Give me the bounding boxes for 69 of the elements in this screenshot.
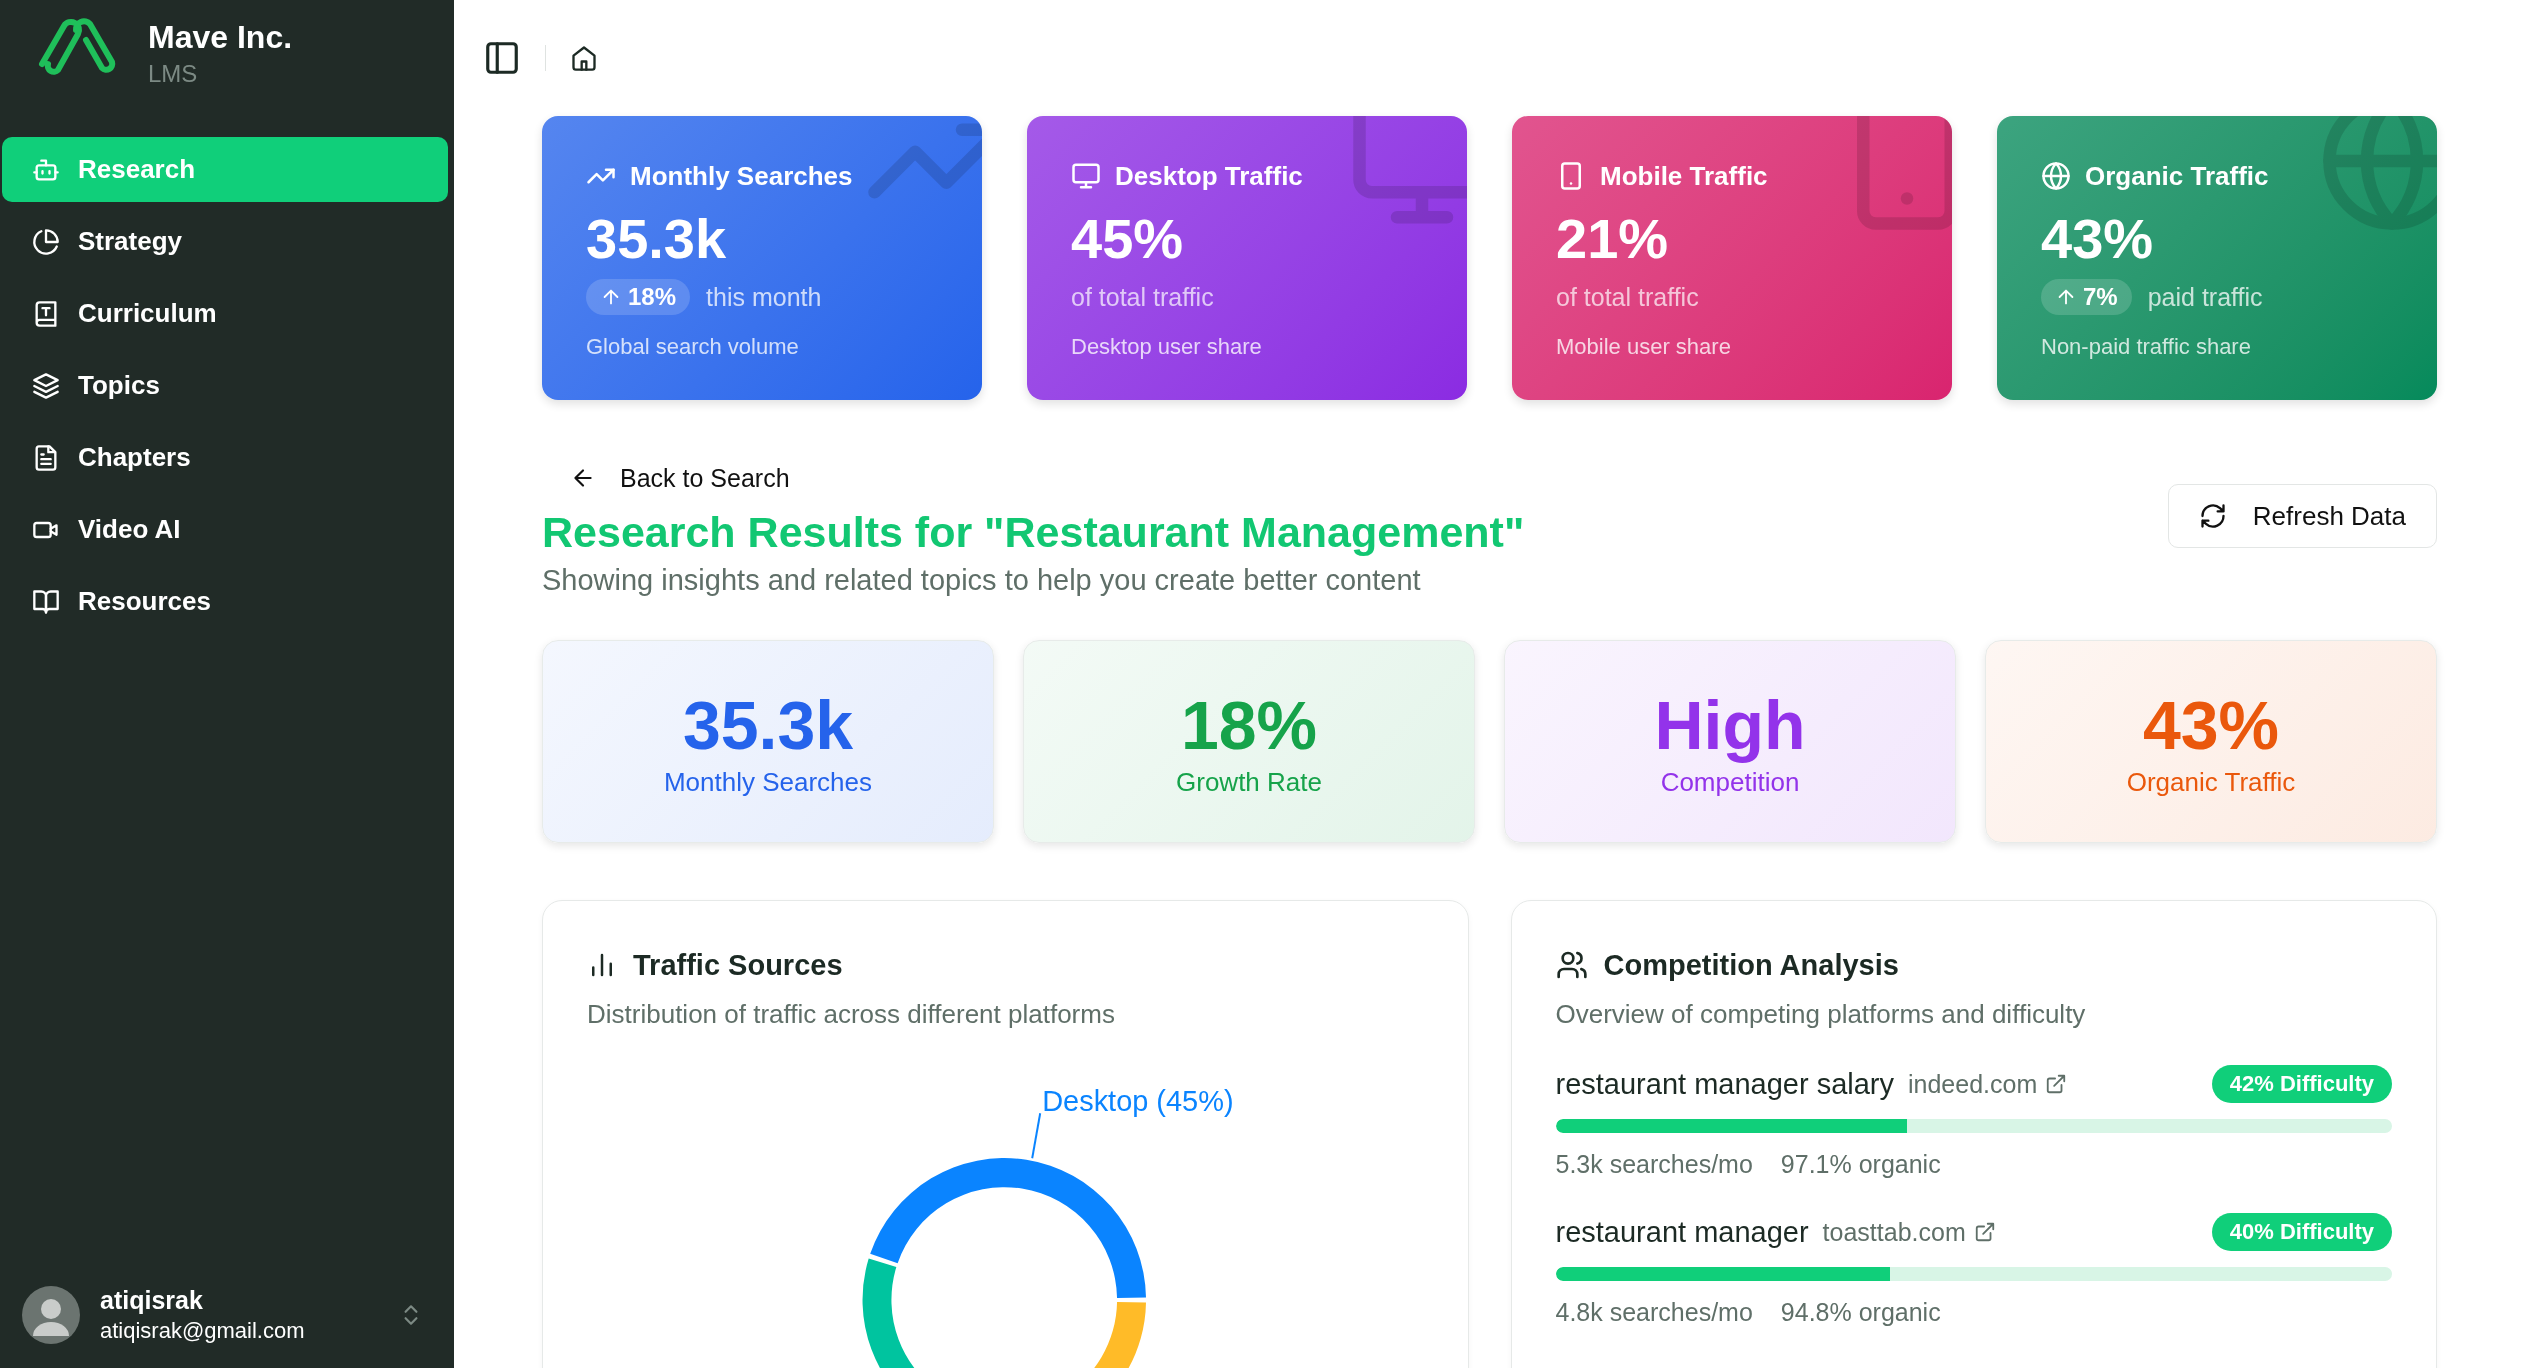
change-note: this month <box>706 282 822 312</box>
sidebar-item[interactable]: Topics <box>2 353 448 418</box>
user-name: atiqisrak <box>100 1285 204 1316</box>
metric-title: Desktop Traffic <box>1115 160 1303 192</box>
home-icon <box>570 44 598 72</box>
domain-link[interactable]: toasttab.com <box>1822 1217 1996 1247</box>
change-badge: 7% <box>2041 279 2132 315</box>
metric-footer: Mobile user share <box>1556 334 1908 360</box>
external-link-icon <box>1973 1221 1996 1243</box>
organic-share: 94.8% organic <box>1780 1297 1941 1328</box>
metric-value: 45% <box>1071 206 1185 272</box>
stat-value: 35.3k <box>682 685 854 765</box>
sidebar-toggle-icon <box>483 39 521 77</box>
avatar[interactable] <box>22 1286 80 1344</box>
user-email: atiqisrak@gmail.com <box>100 1317 306 1345</box>
leader-line <box>1031 1112 1042 1160</box>
change-note: paid traffic <box>2147 282 2263 312</box>
stat-label: Competition <box>1660 765 1800 799</box>
metric-footer: Global search volume <box>586 334 938 360</box>
sidebar-item[interactable]: Video AI <box>2 497 448 562</box>
difficulty-badge: 42% Difficulty <box>2211 1065 2392 1103</box>
difficulty-badge: 40% Difficulty <box>2211 1213 2392 1251</box>
card-description: Distribution of traffic across different platforms <box>587 998 1116 1031</box>
keyword: restaurant manager salary <box>1555 1067 1894 1101</box>
brand-name: Mave Inc. <box>148 18 293 57</box>
metric-title: Monthly Searches <box>630 160 853 192</box>
metric-value: 21% <box>1556 206 1670 272</box>
organic-share: 97.1% organic <box>1780 1149 1941 1180</box>
layers-icon <box>32 371 60 400</box>
page-heading: Research Results for "Restaurant Management" <box>542 507 1525 558</box>
metric-value: 43% <box>2041 206 2155 272</box>
card-description: Overview of competing platforms and difficulty <box>1555 998 2087 1031</box>
search-volume: 4.8k searches/mo <box>1555 1297 1753 1328</box>
sidebar-item[interactable]: Strategy <box>2 209 448 274</box>
external-link-icon <box>2045 1073 2068 1095</box>
metric-footer: Desktop user share <box>1071 334 1423 360</box>
stat-value: 18% <box>1180 685 1318 765</box>
card-title: Competition Analysis <box>1603 948 1899 982</box>
users-icon <box>1555 949 1588 981</box>
change-badge: 18% <box>586 279 691 315</box>
card-title: Traffic Sources <box>633 948 843 982</box>
keyword: restaurant manager <box>1555 1215 1809 1249</box>
metric-subtitle: of total traffic <box>1556 282 1700 313</box>
stat-value: High <box>1654 685 1806 765</box>
domain-link[interactable]: indeed.com <box>1908 1069 2068 1099</box>
chart-label: Desktop (45%) <box>1042 1085 1234 1118</box>
pie-chart-icon <box>32 227 60 256</box>
product-name: LMS <box>148 59 199 89</box>
monitor-icon <box>1071 161 1101 191</box>
stat-label: Growth Rate <box>1176 765 1322 799</box>
metric-value: 35.3k <box>586 206 728 272</box>
metric-title: Organic Traffic <box>2085 160 2269 192</box>
sidebar-item[interactable]: Resources <box>2 569 448 634</box>
refresh-button[interactable]: Refresh Data <box>2167 484 2437 548</box>
back-link[interactable]: Back to Search <box>570 460 790 496</box>
refresh-icon <box>2198 502 2227 530</box>
page-subheading: Showing insights and related topics to help you create better content <box>542 563 1422 598</box>
open-book-icon <box>32 587 60 616</box>
stat-label: Organic Traffic <box>2126 765 2296 799</box>
metric-title: Mobile Traffic <box>1600 160 1768 192</box>
globe-icon <box>2041 161 2071 191</box>
sidebar-item[interactable]: Chapters <box>2 425 448 490</box>
search-volume: 5.3k searches/mo <box>1555 1149 1753 1180</box>
stat-label: Monthly Searches <box>663 765 873 799</box>
sidebar-item[interactable]: Curriculum <box>2 281 448 346</box>
logo-icon <box>36 16 118 76</box>
metric-subtitle: of total traffic <box>1071 282 1215 313</box>
stat-value: 43% <box>2142 685 2280 765</box>
metric-footer: Non-paid traffic share <box>2041 334 2393 360</box>
